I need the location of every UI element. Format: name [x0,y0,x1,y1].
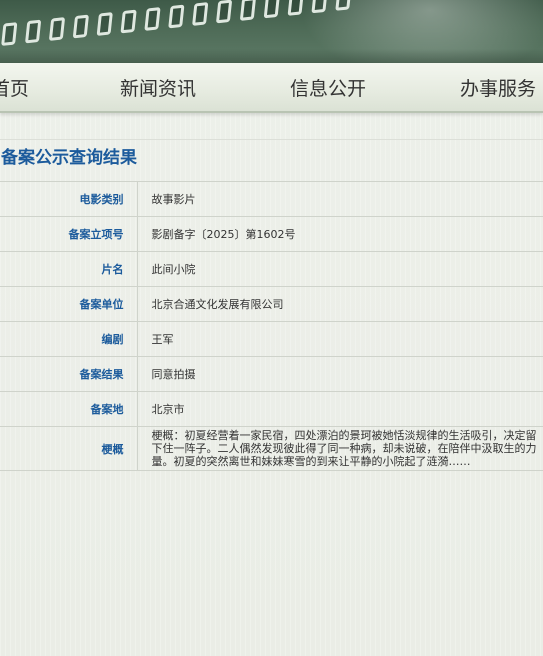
nav-item-info-disclosure[interactable]: 信息公开 [290,74,366,101]
row-label: 编剧 [0,321,138,357]
row-value: 北京合通文化发展有限公司 [137,286,543,322]
filing-result-table: 电影类别 故事影片 备案立项号 影剧备字〔2025〕第1602号 片名 此间小院… [0,181,543,471]
nav-item-services[interactable]: 办事服务 [460,74,536,101]
row-label: 备案地 [0,391,138,427]
table-row: 电影类别 故事影片 [0,181,543,217]
header-banner [0,0,543,63]
row-value: 北京市 [137,391,543,427]
row-value: 影剧备字〔2025〕第1602号 [137,216,543,252]
table-row: 备案结果 同意拍摄 [0,356,543,392]
table-row: 备案地 北京市 [0,391,543,427]
row-label: 备案立项号 [0,216,138,252]
row-label: 梗概 [0,426,138,471]
page-title: 备案公示查询结果 [1,148,137,168]
row-label: 备案结果 [0,356,138,392]
row-label: 片名 [0,251,138,287]
table-row: 备案立项号 影剧备字〔2025〕第1602号 [0,216,543,252]
table-row: 备案单位 北京合通文化发展有限公司 [0,286,543,322]
row-value: 此间小院 [137,251,543,287]
row-value: 王军 [137,321,543,357]
row-value: 故事影片 [137,181,543,217]
nav-item-home[interactable]: 首页 [0,74,29,101]
synopsis-text: 梗概：初夏经营着一家民宿，四处漂泊的景珂被她恬淡规律的生活吸引，决定留下住一阵子… [137,426,543,471]
main-nav: 首页 新闻资讯 信息公开 办事服务 [0,63,543,113]
nav-item-news[interactable]: 新闻资讯 [120,74,196,101]
page: 首页 新闻资讯 信息公开 办事服务 备案公示查询结果 电影类别 故事影片 备案立… [0,0,543,656]
row-value: 同意拍摄 [137,356,543,392]
table-row: 梗概 梗概：初夏经营着一家民宿，四处漂泊的景珂被她恬淡规律的生活吸引，决定留下住… [0,426,543,471]
row-label: 备案单位 [0,286,138,322]
table-row: 编剧 王军 [0,321,543,357]
section-title-bar: 备案公示查询结果 [0,139,543,169]
table-row: 片名 此间小院 [0,251,543,287]
row-label: 电影类别 [0,181,138,217]
